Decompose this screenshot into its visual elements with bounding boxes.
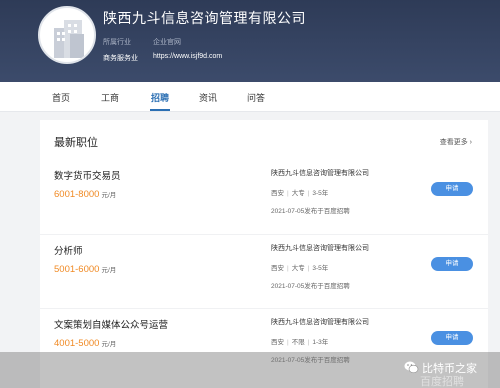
company-tabs: 首页 工商 招聘 资讯 问答 — [0, 82, 500, 112]
job-title[interactable]: 文案策划自媒体公众号运营 — [54, 317, 168, 331]
website-label: 企业官网 — [153, 39, 181, 46]
job-education: 大专 — [291, 265, 305, 272]
job-tags: 西安 | 大专 | 3-5年 — [271, 265, 329, 272]
tab-qa[interactable]: 问答 — [247, 91, 265, 104]
active-tab-indicator — [150, 109, 170, 111]
job-city: 西安 — [271, 190, 284, 197]
job-experience: 3-5年 — [312, 265, 329, 272]
apply-button[interactable]: 申请 — [431, 257, 473, 271]
view-more-link[interactable]: 查看更多 › — [440, 137, 472, 147]
latest-jobs-card: 最新职位 查看更多 › 数字货币交易员 6001-8000 元/月 陕西九斗信息咨… — [40, 120, 488, 388]
salary-unit: 元/月 — [101, 341, 117, 348]
company-logo — [38, 6, 96, 64]
job-city: 西安 — [271, 265, 284, 272]
job-education: 不限 — [291, 339, 305, 346]
industry-label: 所属行业 — [103, 39, 131, 46]
job-company[interactable]: 陕西九斗信息咨询管理有限公司 — [271, 243, 369, 253]
job-salary: 4001-5000 元/月 — [54, 338, 117, 349]
tab-business[interactable]: 工商 — [101, 91, 119, 104]
job-title[interactable]: 数字货币交易员 — [54, 168, 121, 182]
job-experience: 1-3年 — [312, 339, 329, 346]
job-education: 大专 — [291, 190, 305, 197]
job-item: 数字货币交易员 6001-8000 元/月 陕西九斗信息咨询管理有限公司 西安 | 大… — [40, 160, 488, 234]
job-tags: 西安 | 不限 | 1-3年 — [271, 339, 329, 346]
tab-jobs[interactable]: 招聘 — [151, 91, 169, 104]
job-experience: 3-5年 — [312, 190, 329, 197]
section-title: 最新职位 — [54, 137, 98, 149]
job-tags: 西安 | 大专 | 3-5年 — [271, 190, 329, 197]
wechat-icon — [404, 361, 419, 374]
salary-unit: 元/月 — [101, 267, 117, 274]
job-item: 分析师 5001-6000 元/月 陕西九斗信息咨询管理有限公司 西安 | 大专 | 3-… — [40, 234, 488, 308]
job-city: 西安 — [271, 339, 284, 346]
job-salary: 6001-8000 元/月 — [54, 189, 117, 200]
job-date: 2021-07-05发布于百度招聘 — [271, 283, 350, 290]
job-company[interactable]: 陕西九斗信息咨询管理有限公司 — [271, 168, 369, 178]
building-icon — [54, 20, 84, 58]
job-date: 2021-07-05发布于百度招聘 — [271, 208, 350, 215]
apply-button[interactable]: 申请 — [431, 182, 473, 196]
apply-button[interactable]: 申请 — [431, 331, 473, 345]
job-company[interactable]: 陕西九斗信息咨询管理有限公司 — [271, 317, 369, 327]
company-header: 陕西九斗信息咨询管理有限公司 所属行业 企业官网 商务服务业 https://w… — [0, 0, 500, 82]
job-title[interactable]: 分析师 — [54, 243, 83, 257]
watermark-subtext: 百度招聘 — [420, 376, 464, 388]
tab-home[interactable]: 首页 — [52, 91, 70, 104]
job-salary: 5001-6000 元/月 — [54, 264, 117, 275]
website-link[interactable]: https://www.isjf9d.com — [153, 53, 222, 60]
company-name: 陕西九斗信息咨询管理有限公司 — [103, 10, 306, 26]
tab-news[interactable]: 资讯 — [199, 91, 217, 104]
industry-value: 商务服务业 — [103, 55, 138, 62]
salary-unit: 元/月 — [101, 192, 117, 199]
